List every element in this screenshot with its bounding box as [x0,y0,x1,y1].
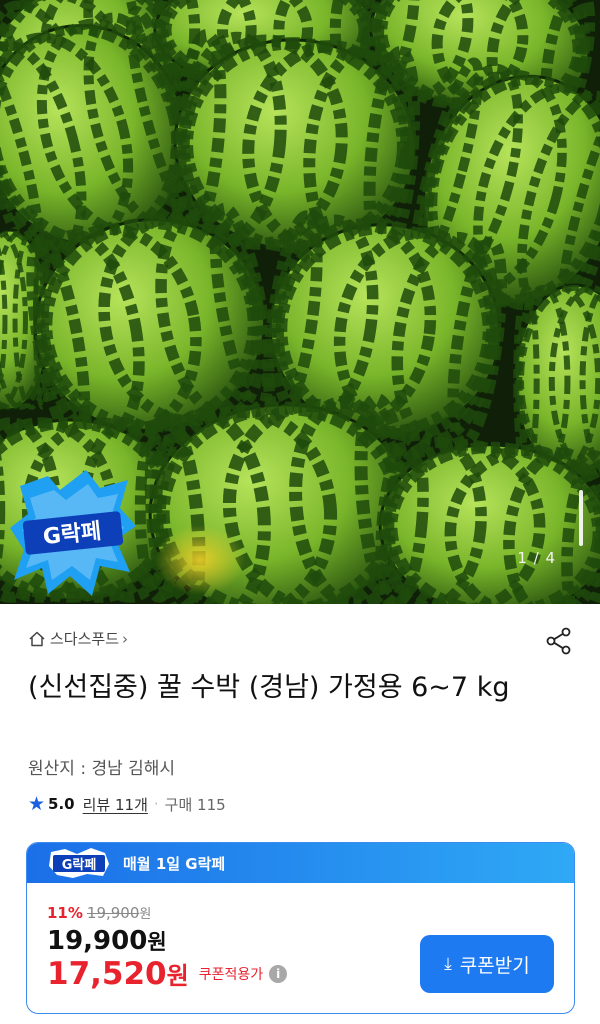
promo-coupon-card: G락페 매월 1일 G락페 11% 19,900 원 19,900원 17,52… [26,842,575,1014]
price-value: 19,900 [47,926,148,956]
product-image-gallery[interactable]: G락페 1 / 4 [0,0,600,604]
get-coupon-label: 쿠폰받기 [459,955,530,977]
info-icon[interactable]: i [269,965,288,983]
rating-score: 5.0 [48,795,75,813]
discount-percent: 11% [47,904,83,922]
get-coupon-button[interactable]: ⤓ 쿠폰받기 [420,935,554,993]
share-icon[interactable] [544,626,574,656]
star-icon: ★ [28,793,46,815]
coupon-price-value: 17,520 [47,956,167,992]
origin-info: 원산지 : 경남 김해시 [28,759,176,779]
chevron-right-icon: › [122,629,129,648]
coupon-price-row: 17,520원 쿠폰적용가 i [47,956,288,992]
review-count-link[interactable]: 리뷰 11개 [83,794,148,815]
promo-header-text: 매월 1일 G락페 [123,854,226,873]
original-price-unit: 원 [139,907,152,922]
seller-name: 스다스푸드 [50,630,120,648]
image-counter: 1 / 4 [517,549,556,567]
promo-header: G락페 매월 1일 G락페 [27,843,574,883]
rating-row: ★ 5.0 리뷰 11개 · 구매 115 [28,793,226,815]
mini-badge-text: G락페 [62,858,97,873]
original-price: 19,900 [86,904,140,922]
download-icon: ⤓ [444,954,452,973]
product-title: (신선집중) 꿀 수박 (경남) 가정용 6~7 kg [28,672,510,703]
coupon-price-label: 쿠폰적용가 [198,967,264,983]
g-lakpe-mini-badge: G락페 [49,848,109,878]
purchase-count: 구매 115 [164,795,226,814]
separator-dot: · [153,795,159,813]
price-unit: 원 [147,930,167,954]
g-lakpe-badge: G락페 [10,470,136,596]
seller-link[interactable]: 스다스푸드 › [28,628,128,649]
gallery-scroll-indicator [579,490,583,546]
coupon-price: 17,520원 [47,956,189,992]
home-icon [29,631,45,646]
price: 19,900원 [47,926,167,956]
discount-row: 11% 19,900 원 [47,903,151,922]
coupon-price-unit: 원 [166,962,189,990]
